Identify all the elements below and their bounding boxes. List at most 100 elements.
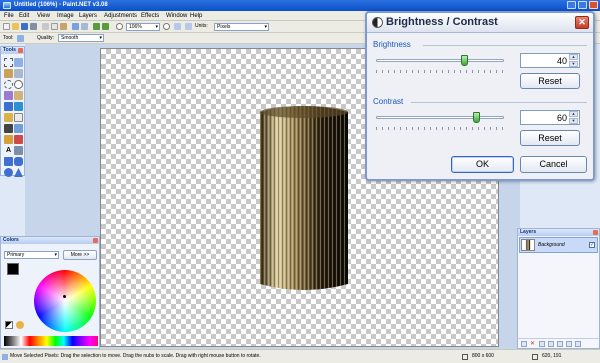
lasso-icon[interactable] bbox=[4, 69, 13, 78]
brightness-value-field[interactable]: 40 ▲ ▼ bbox=[520, 53, 580, 68]
crop-icon[interactable] bbox=[72, 23, 79, 30]
line-tool-icon[interactable] bbox=[14, 146, 23, 155]
rounded-rectangle-icon[interactable] bbox=[14, 157, 23, 166]
dialog-title-bar[interactable]: Brightness / Contrast ✕ bbox=[367, 13, 593, 33]
duplicate-layer-icon[interactable] bbox=[539, 341, 545, 347]
copy-icon[interactable] bbox=[51, 23, 58, 30]
units-value: Pixels bbox=[217, 24, 231, 30]
recolor-icon[interactable] bbox=[14, 135, 23, 144]
move-selection-icon[interactable] bbox=[14, 58, 23, 67]
maximize-icon[interactable] bbox=[578, 1, 587, 9]
grid-icon[interactable] bbox=[174, 23, 181, 30]
brightness-reset-button[interactable]: Reset bbox=[520, 73, 580, 89]
zoom-icon[interactable] bbox=[14, 80, 23, 89]
delete-layer-icon[interactable]: ✕ bbox=[530, 341, 536, 347]
layer-row[interactable]: Background ✓ bbox=[519, 237, 598, 253]
zoom-in-icon[interactable] bbox=[163, 23, 170, 30]
save-icon[interactable] bbox=[21, 23, 28, 30]
color-wheel[interactable] bbox=[34, 270, 96, 332]
menu-file[interactable]: File bbox=[4, 12, 14, 20]
zoom-combo[interactable]: 106% ▾ bbox=[126, 23, 160, 31]
move-tool-icon[interactable] bbox=[17, 35, 24, 42]
menu-edit[interactable]: Edit bbox=[19, 12, 29, 20]
close-icon[interactable] bbox=[589, 1, 598, 9]
primary-color-swatch[interactable] bbox=[7, 263, 19, 275]
zoom-out-icon[interactable] bbox=[116, 23, 123, 30]
move-layer-down-icon[interactable] bbox=[566, 341, 572, 347]
units-combo[interactable]: Pixels ▾ bbox=[214, 23, 269, 31]
menu-effects[interactable]: Effects bbox=[141, 12, 159, 20]
reset-colors-icon[interactable] bbox=[5, 321, 13, 329]
contrast-slider-thumb[interactable] bbox=[473, 112, 480, 123]
freeform-shape-icon[interactable] bbox=[14, 168, 23, 177]
ellipse-icon[interactable] bbox=[4, 168, 13, 177]
undo-icon[interactable] bbox=[93, 23, 100, 30]
layers-panel: Layers Background ✓ ✕ bbox=[517, 228, 600, 349]
spin-down-icon[interactable]: ▼ bbox=[569, 118, 578, 124]
rectangle-icon[interactable] bbox=[4, 157, 13, 166]
contrast-value-field[interactable]: 60 ▲ ▼ bbox=[520, 110, 580, 125]
menu-adjustments[interactable]: Adjustments bbox=[104, 12, 137, 20]
pan-icon[interactable] bbox=[14, 91, 23, 100]
contrast-reset-label: Reset bbox=[538, 133, 562, 143]
merge-layer-icon[interactable] bbox=[548, 341, 554, 347]
text-tool-icon[interactable]: A bbox=[4, 146, 13, 155]
brightness-label: Brightness bbox=[373, 40, 411, 49]
ok-button[interactable]: OK bbox=[451, 156, 514, 173]
layer-visibility-checkbox[interactable]: ✓ bbox=[589, 242, 595, 248]
add-layer-icon[interactable] bbox=[521, 341, 527, 347]
brightness-slider[interactable] bbox=[376, 54, 504, 76]
contrast-slider[interactable] bbox=[376, 111, 504, 133]
open-icon[interactable] bbox=[12, 23, 19, 30]
quality-combo[interactable]: Smooth ▾ bbox=[58, 34, 104, 42]
menu-view[interactable]: View bbox=[37, 12, 50, 20]
color-mode-combo[interactable]: Primary ▾ bbox=[4, 251, 59, 259]
clone-stamp-icon[interactable] bbox=[4, 135, 13, 144]
close-icon[interactable]: ✕ bbox=[575, 16, 589, 29]
cursor-position-icon bbox=[532, 354, 538, 360]
cancel-button[interactable]: Cancel bbox=[520, 156, 587, 173]
cancel-label: Cancel bbox=[539, 159, 568, 169]
spin-up-icon[interactable]: ▲ bbox=[569, 111, 578, 117]
spin-down-icon[interactable]: ▼ bbox=[569, 61, 578, 67]
move-icon[interactable] bbox=[14, 69, 23, 78]
move-layer-up-icon[interactable] bbox=[557, 341, 563, 347]
swap-colors-icon[interactable] bbox=[16, 321, 24, 329]
eraser-icon[interactable] bbox=[14, 113, 23, 122]
menu-layers[interactable]: Layers bbox=[79, 12, 97, 20]
paintbrush-icon[interactable] bbox=[4, 113, 13, 122]
brightness-slider-thumb[interactable] bbox=[461, 55, 468, 66]
contrast-value: 60 bbox=[556, 113, 567, 123]
minimize-icon[interactable] bbox=[567, 1, 576, 9]
deselect-icon[interactable] bbox=[81, 23, 88, 30]
dialog-title: Brightness / Contrast bbox=[386, 16, 498, 28]
spin-up-icon[interactable]: ▲ bbox=[569, 54, 578, 60]
rulers-icon[interactable] bbox=[185, 23, 192, 30]
more-colors-button[interactable]: More >> bbox=[63, 250, 97, 260]
close-icon[interactable] bbox=[93, 238, 98, 243]
menu-window[interactable]: Window bbox=[166, 12, 187, 20]
rectangle-select-icon[interactable] bbox=[4, 58, 13, 67]
redo-icon[interactable] bbox=[102, 23, 109, 30]
new-icon[interactable] bbox=[3, 23, 10, 30]
paste-icon[interactable] bbox=[60, 23, 67, 30]
magic-wand-icon[interactable] bbox=[4, 91, 13, 100]
cut-icon[interactable] bbox=[42, 23, 49, 30]
menu-image[interactable]: Image bbox=[57, 12, 74, 20]
paint-bucket-icon[interactable] bbox=[4, 102, 13, 111]
menu-help[interactable]: Help bbox=[190, 12, 202, 20]
close-icon[interactable] bbox=[18, 48, 23, 53]
color-picker-icon[interactable] bbox=[14, 124, 23, 133]
pencil-icon[interactable] bbox=[4, 124, 13, 133]
wood-cylinder-image bbox=[260, 106, 348, 290]
layer-properties-icon[interactable] bbox=[575, 341, 581, 347]
palette-strip[interactable] bbox=[4, 336, 98, 346]
close-icon[interactable] bbox=[593, 230, 598, 235]
gradient-icon[interactable] bbox=[14, 102, 23, 111]
brightness-slider-track bbox=[376, 59, 504, 62]
ellipse-select-icon[interactable] bbox=[4, 80, 13, 89]
contrast-reset-button[interactable]: Reset bbox=[520, 130, 580, 146]
cursor-position: 620, 191 bbox=[542, 353, 562, 359]
print-icon[interactable] bbox=[30, 23, 37, 30]
layers-toolbar: ✕ bbox=[518, 338, 599, 348]
